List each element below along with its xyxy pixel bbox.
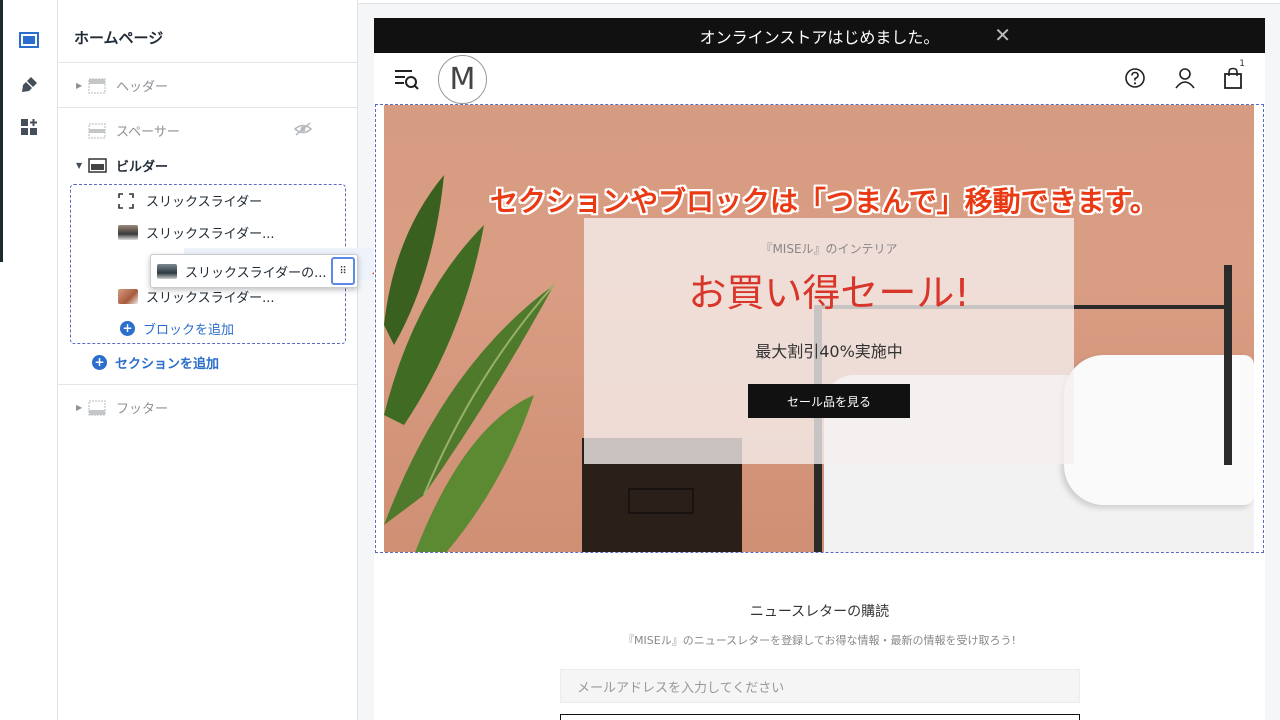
block-item[interactable]: スリックスライダー — [118, 191, 262, 210]
close-icon[interactable]: ✕ — [994, 24, 1011, 46]
block-item[interactable]: スリックスライダー... — [118, 223, 275, 242]
plus-circle-icon: + — [120, 321, 135, 336]
block-label: スリックスライダーの... — [185, 265, 327, 281]
caret-right-icon[interactable]: ▶ — [76, 403, 88, 412]
sale-button[interactable]: セール品を見る — [748, 384, 910, 418]
expand-icon — [118, 192, 136, 209]
drag-handle-icon[interactable]: ⠿ — [331, 257, 355, 285]
caret-down-icon[interactable]: ▼ — [76, 161, 88, 170]
window-edge — [0, 0, 3, 262]
section-label: スペーサー — [116, 125, 180, 140]
divider — [58, 62, 358, 63]
store-logo[interactable]: M — [438, 55, 487, 104]
dragging-block[interactable]: スリックスライダーの... ⠿ — [150, 254, 358, 288]
slide-thumbnail — [118, 289, 138, 304]
drawer — [628, 488, 694, 514]
divider — [58, 384, 358, 385]
section-label: ビルダー — [116, 160, 169, 175]
plus-circle-icon: + — [92, 355, 107, 370]
section-label: フッター — [116, 402, 169, 417]
plant-image — [384, 175, 555, 552]
hero-text-card: 『MISEル』のインテリア お買い得セール! 最大割引40%実施中 セール品を見… — [584, 218, 1074, 464]
section-header[interactable]: ▶ ヘッダー — [76, 76, 168, 95]
newsletter-description: 『MISEル』のニュースレターを登録してお得な情報・最新の情報を受け取ろう! — [623, 634, 1016, 647]
hero-title: お買い得セール! — [688, 271, 970, 315]
block-label: スリックスライダー... — [146, 291, 275, 306]
help-icon[interactable] — [1124, 67, 1146, 93]
add-section-label: セクションを追加 — [115, 357, 220, 372]
slide-thumbnail — [157, 263, 177, 279]
hero-description: 最大割引40%実施中 — [755, 342, 903, 361]
email-input[interactable]: メールアドレスを入力してください — [560, 669, 1080, 703]
add-block-button[interactable]: + ブロックを追加 — [120, 319, 234, 338]
icon-rail — [0, 0, 58, 720]
annotation-text: セクションやブロックは「つまんで」移動できます。 — [490, 185, 1158, 218]
announcement-bar: オンラインストアはじめました。 — [374, 18, 1265, 53]
slide-thumbnail — [118, 225, 138, 240]
add-block-label: ブロックを追加 — [143, 323, 235, 338]
menu-search-icon[interactable] — [394, 67, 420, 95]
caret-right-icon[interactable]: ▶ — [76, 81, 88, 90]
builder-section-icon — [88, 157, 107, 174]
header-section-icon — [88, 78, 106, 94]
subscribe-button[interactable] — [560, 714, 1080, 720]
divider — [58, 107, 358, 108]
section-spacer[interactable]: スペーサー — [88, 121, 318, 140]
block-item[interactable]: スリックスライダー... — [118, 287, 275, 306]
announcement-text: オンラインストアはじめました。 — [699, 27, 940, 47]
hero-slide[interactable]: 『MISEル』のインテリア お買い得セール! 最大割引40%実施中 セール品を見… — [384, 105, 1254, 552]
cart-count-badge: 1 — [1239, 59, 1245, 69]
add-section-button[interactable]: + セクションを追加 — [92, 353, 219, 372]
page-title: ホームページ — [74, 29, 164, 47]
account-icon[interactable] — [1174, 67, 1196, 93]
newsletter-title: ニュースレターの購読 — [749, 604, 890, 620]
hero-subtitle: 『MISEル』のインテリア — [760, 242, 898, 256]
block-label: スリックスライダー... — [146, 227, 275, 242]
section-label: ヘッダー — [116, 80, 169, 95]
block-label: スリックスライダー — [146, 195, 263, 210]
bedframe-post — [1224, 265, 1232, 465]
sections-icon[interactable] — [11, 23, 47, 57]
spacer-section-icon — [88, 123, 106, 139]
sections-sidebar: ホームページ ▶ ヘッダー スペーサー ▼ ビルダー スリックスライダー スリッ… — [58, 0, 394, 720]
store-header: M 1 — [374, 53, 1265, 105]
hidden-eye-icon[interactable] — [293, 121, 313, 141]
storefront-preview: オンラインストアはじめました。 ✕ M 1 『MISEル』のインテリア お買い得… — [374, 18, 1265, 720]
preview-top-border — [358, 0, 1280, 4]
footer-section-icon — [88, 400, 106, 416]
section-builder[interactable]: ▼ ビルダー — [76, 156, 168, 175]
apps-icon[interactable] — [11, 110, 47, 144]
section-footer[interactable]: ▶ フッター — [76, 398, 168, 417]
theme-settings-icon[interactable] — [11, 68, 47, 102]
cart-icon[interactable] — [1222, 67, 1244, 93]
